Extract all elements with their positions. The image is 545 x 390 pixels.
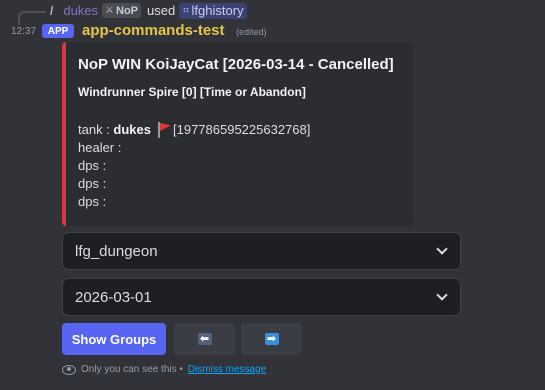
dps-line: dps : <box>78 158 107 173</box>
guild-tag-label: NoP <box>116 4 139 17</box>
next-page-button[interactable]: ➡ <box>241 323 302 355</box>
embed-roster: tank : dukes [197786595225632768] healer… <box>78 121 310 211</box>
date-select-value: 2026-03-01 <box>75 288 152 306</box>
left-arrow-icon: ⬅ <box>197 333 212 345</box>
ephemeral-text: Only you can see this • <box>81 364 183 375</box>
red-flag-icon <box>157 122 171 138</box>
dps-line: dps : <box>78 194 107 209</box>
show-groups-button[interactable]: Show Groups <box>62 323 166 355</box>
lfg-embed: NoP WIN KoiJayCat [2026-03-14 - Cancelle… <box>62 42 413 226</box>
command-mention[interactable]: ⠶ lfghistory <box>179 2 247 19</box>
ephemeral-notice: Only you can see this • Dismiss message <box>62 364 266 375</box>
date-select[interactable]: 2026-03-01 <box>62 278 461 316</box>
sword-icon: ⚔ <box>105 5 115 16</box>
dungeon-select-value: lfg_dungeon <box>75 242 158 260</box>
previous-page-button[interactable]: ⬅ <box>174 323 235 355</box>
dps-line: dps : <box>78 176 107 191</box>
command-invocation-header: / dukes ⚔ NoP used ⠶ lfghistory <box>50 2 247 19</box>
embed-subtitle: Windrunner Spire [0] [Time or Abandon] <box>78 85 306 99</box>
tank-name: dukes <box>113 122 151 137</box>
command-name: lfghistory <box>191 3 244 18</box>
reply-connector-line <box>18 11 46 25</box>
app-author-name[interactable]: app-commands-test <box>82 22 225 39</box>
slash-icon: / <box>50 3 54 18</box>
guild-tag[interactable]: ⚔ NoP <box>102 3 142 18</box>
tank-label: tank : <box>78 122 110 137</box>
tank-line: tank : dukes [197786595225632768] <box>78 121 310 139</box>
used-label: used <box>147 3 176 18</box>
right-arrow-icon: ➡ <box>264 333 279 345</box>
healer-line: healer : <box>78 140 122 155</box>
chevron-down-icon <box>436 243 448 255</box>
dismiss-message-link[interactable]: Dismiss message <box>188 364 266 375</box>
app-badge: APP <box>42 24 74 38</box>
edited-label: (edited) <box>236 27 267 37</box>
slash-command-icon: ⠶ <box>182 5 189 16</box>
dungeon-select[interactable]: lfg_dungeon <box>62 232 461 270</box>
chevron-down-icon <box>436 289 448 301</box>
tank-id: [197786595225632768] <box>173 122 311 137</box>
invoking-user[interactable]: dukes <box>63 3 98 18</box>
embed-title: NoP WIN KoiJayCat [2026-03-14 - Cancelle… <box>78 56 394 73</box>
message-timestamp[interactable]: 12:37 <box>11 26 36 37</box>
eye-icon <box>62 364 76 375</box>
